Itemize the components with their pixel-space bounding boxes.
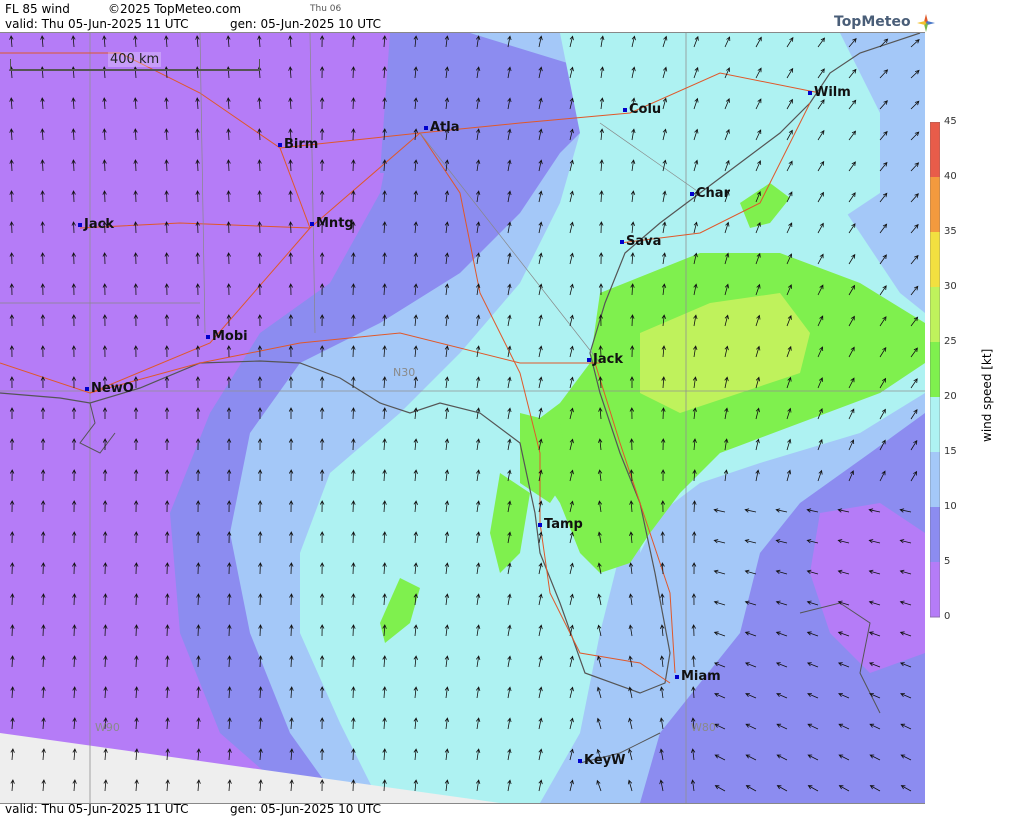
city-sava[interactable]: Sava	[620, 234, 661, 249]
legend-band	[930, 507, 940, 563]
legend-band	[930, 287, 940, 343]
legend-band	[930, 397, 940, 453]
legend-tick-label: 45	[944, 116, 957, 127]
lon-label-west: W90	[95, 721, 120, 734]
copyright: ©2025 TopMeteo.com	[108, 2, 242, 16]
legend-tick-label: 20	[944, 391, 957, 402]
legend-band	[930, 177, 940, 233]
city-char[interactable]: Char	[690, 186, 730, 201]
legend-tick-label: 30	[944, 281, 957, 292]
wind-field-svg	[0, 33, 925, 803]
legend-band	[930, 562, 940, 618]
footer-gen-time: gen: 05-Jun-2025 10 UTC	[230, 802, 382, 816]
legend-tick-label: 10	[944, 501, 957, 512]
legend-band	[930, 122, 940, 178]
legend-band	[930, 342, 940, 398]
city-keyw[interactable]: KeyW	[578, 753, 625, 768]
legend-band	[930, 452, 940, 508]
product-title: FL 85 wind	[5, 2, 70, 16]
city-mobi[interactable]: Mobi	[206, 329, 248, 344]
city-jack-fl[interactable]: Jack	[587, 352, 623, 367]
legend-tick-label: 0	[944, 611, 951, 622]
city-colu[interactable]: Colu	[623, 102, 661, 117]
city-tamp[interactable]: Tamp	[538, 517, 583, 532]
day-tag: Thu 06	[310, 4, 342, 14]
city-miam[interactable]: Miam	[675, 669, 721, 684]
city-mntg[interactable]: Mntg	[310, 216, 354, 231]
valid-time: valid: Thu 05-Jun-2025 11 UTC	[5, 17, 189, 31]
footer-valid-time: valid: Thu 05-Jun-2025 11 UTC	[5, 802, 189, 816]
city-birm[interactable]: Birm	[278, 137, 318, 152]
lat-label: N30	[393, 366, 416, 379]
legend-colorbar	[930, 122, 940, 618]
legend-tick-label: 35	[944, 226, 957, 237]
topmeteo-logo: TopMeteo	[834, 14, 936, 32]
city-jack-ms[interactable]: Jack	[78, 217, 114, 232]
gen-time: gen: 05-Jun-2025 10 UTC	[230, 17, 382, 31]
legend-tick-label: 40	[944, 171, 957, 182]
legend-tick-label: 5	[944, 556, 951, 567]
legend-tick-label: 25	[944, 336, 957, 347]
legend-title: wind speed [kt]	[980, 348, 994, 442]
legend-tick-label: 15	[944, 446, 957, 457]
lon-label-east: W80	[691, 721, 716, 734]
wind-speed-legend: 45 40 35 30 25 20 15 10 5 0 wind speed [kt]	[930, 116, 1015, 622]
scale-label: 400 km	[108, 52, 162, 67]
compass-icon	[917, 14, 936, 32]
city-newo[interactable]: NewO	[85, 381, 134, 396]
legend-band	[930, 232, 940, 288]
wind-map[interactable]: 400 km N30 W90 W80 Birm Atla Colu Wilm J…	[0, 32, 925, 804]
city-atla[interactable]: Atla	[424, 120, 460, 135]
city-wilm[interactable]: Wilm	[808, 85, 851, 100]
